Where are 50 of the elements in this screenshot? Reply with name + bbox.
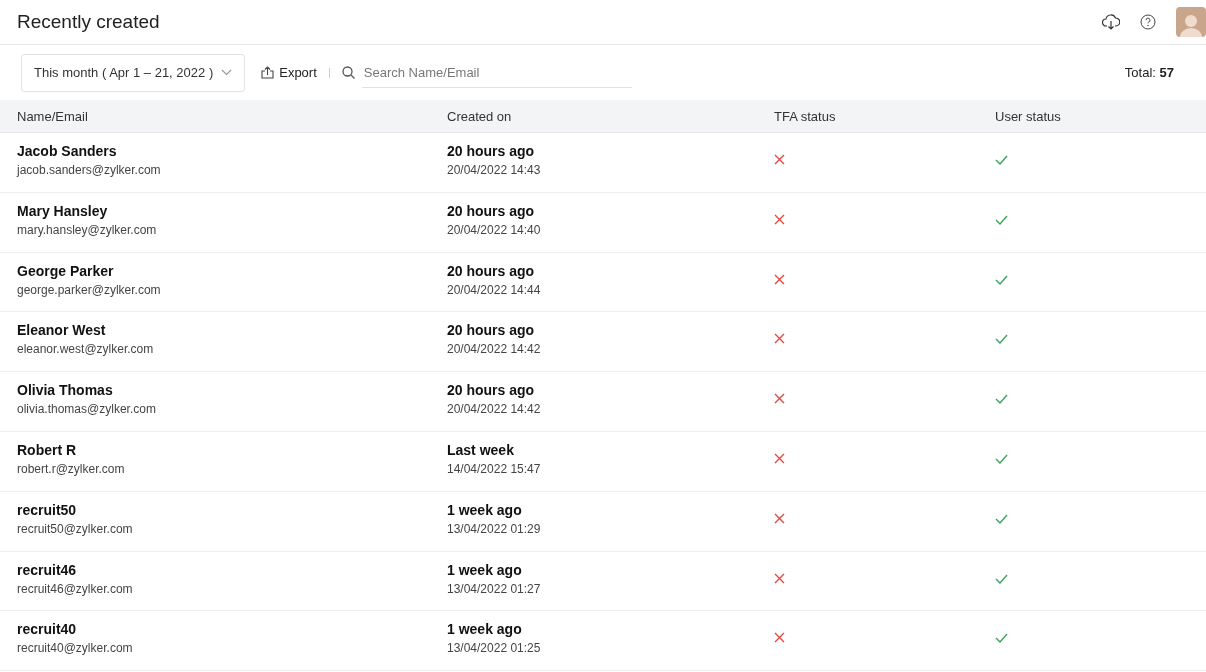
created-date: 20/04/2022 14:42 (447, 342, 542, 357)
created-date: 13/04/2022 01:27 (447, 581, 542, 596)
created-relative: 1 week ago (447, 501, 523, 518)
created-date: 20/04/2022 14:42 (447, 402, 542, 417)
user-name: Mary Hansley (17, 202, 109, 219)
user-name: George Parker (17, 262, 115, 279)
created-relative: Last week (447, 442, 515, 458)
user-email: jacob.sanders@zylker.com (17, 163, 162, 177)
created-relative: 1 week ago (447, 561, 523, 578)
user-name: Robert R (17, 442, 78, 458)
created-date: 20/04/2022 14:43 (447, 163, 542, 177)
share-icon (261, 66, 275, 79)
export-button[interactable]: Export (261, 65, 317, 80)
user-name: Eleanor West (17, 322, 107, 339)
created-date: 20/04/2022 14:44 (447, 282, 542, 297)
total-count: Total: 57 (1124, 65, 1174, 80)
user-name: Jacob Sanders (17, 143, 118, 159)
user-email: robert.r@zylker.com (17, 462, 126, 476)
search-icon (341, 66, 355, 79)
user-email: recruit46@zylker.com (17, 581, 134, 596)
created-relative: 20 hours ago (447, 382, 536, 399)
period-dropdown[interactable]: This month ( Apr 1 – 21, 2022 ) (21, 53, 246, 92)
column-header: TFA status (773, 108, 837, 124)
column-header: Created on (446, 108, 513, 124)
created-relative: 20 hours ago (447, 262, 536, 279)
created-relative: 20 hours ago (447, 322, 536, 339)
created-date: 20/04/2022 14:40 (447, 222, 542, 237)
created-relative: 20 hours ago (447, 202, 536, 219)
user-name: recruit50 (17, 501, 78, 518)
user-name: recruit46 (17, 561, 78, 578)
page-title: Recently created (17, 11, 161, 33)
search-field[interactable]: Search Name/Email (361, 57, 632, 88)
user-email: eleanor.west@zylker.com (17, 342, 155, 357)
user-email: george.parker@zylker.com (17, 282, 162, 297)
column-header: Name/Email (16, 108, 89, 124)
help-icon[interactable] (1140, 14, 1156, 30)
chevron-down-icon (221, 69, 233, 76)
user-name: Olivia Thomas (17, 382, 114, 399)
user-email: olivia.thomas@zylker.com (17, 402, 157, 417)
created-date: 14/04/2022 15:47 (447, 462, 542, 476)
user-email: recruit40@zylker.com (17, 641, 134, 656)
created-date: 13/04/2022 01:29 (447, 521, 542, 536)
column-header: User status (994, 108, 1062, 124)
created-date: 13/04/2022 01:25 (447, 641, 542, 656)
user-email: recruit50@zylker.com (17, 521, 134, 536)
created-relative: 1 week ago (447, 621, 523, 638)
user-email: mary.hansley@zylker.com (17, 222, 158, 237)
cloud-download-icon[interactable] (1102, 14, 1120, 30)
user-name: recruit40 (17, 621, 78, 638)
created-relative: 20 hours ago (447, 143, 536, 159)
